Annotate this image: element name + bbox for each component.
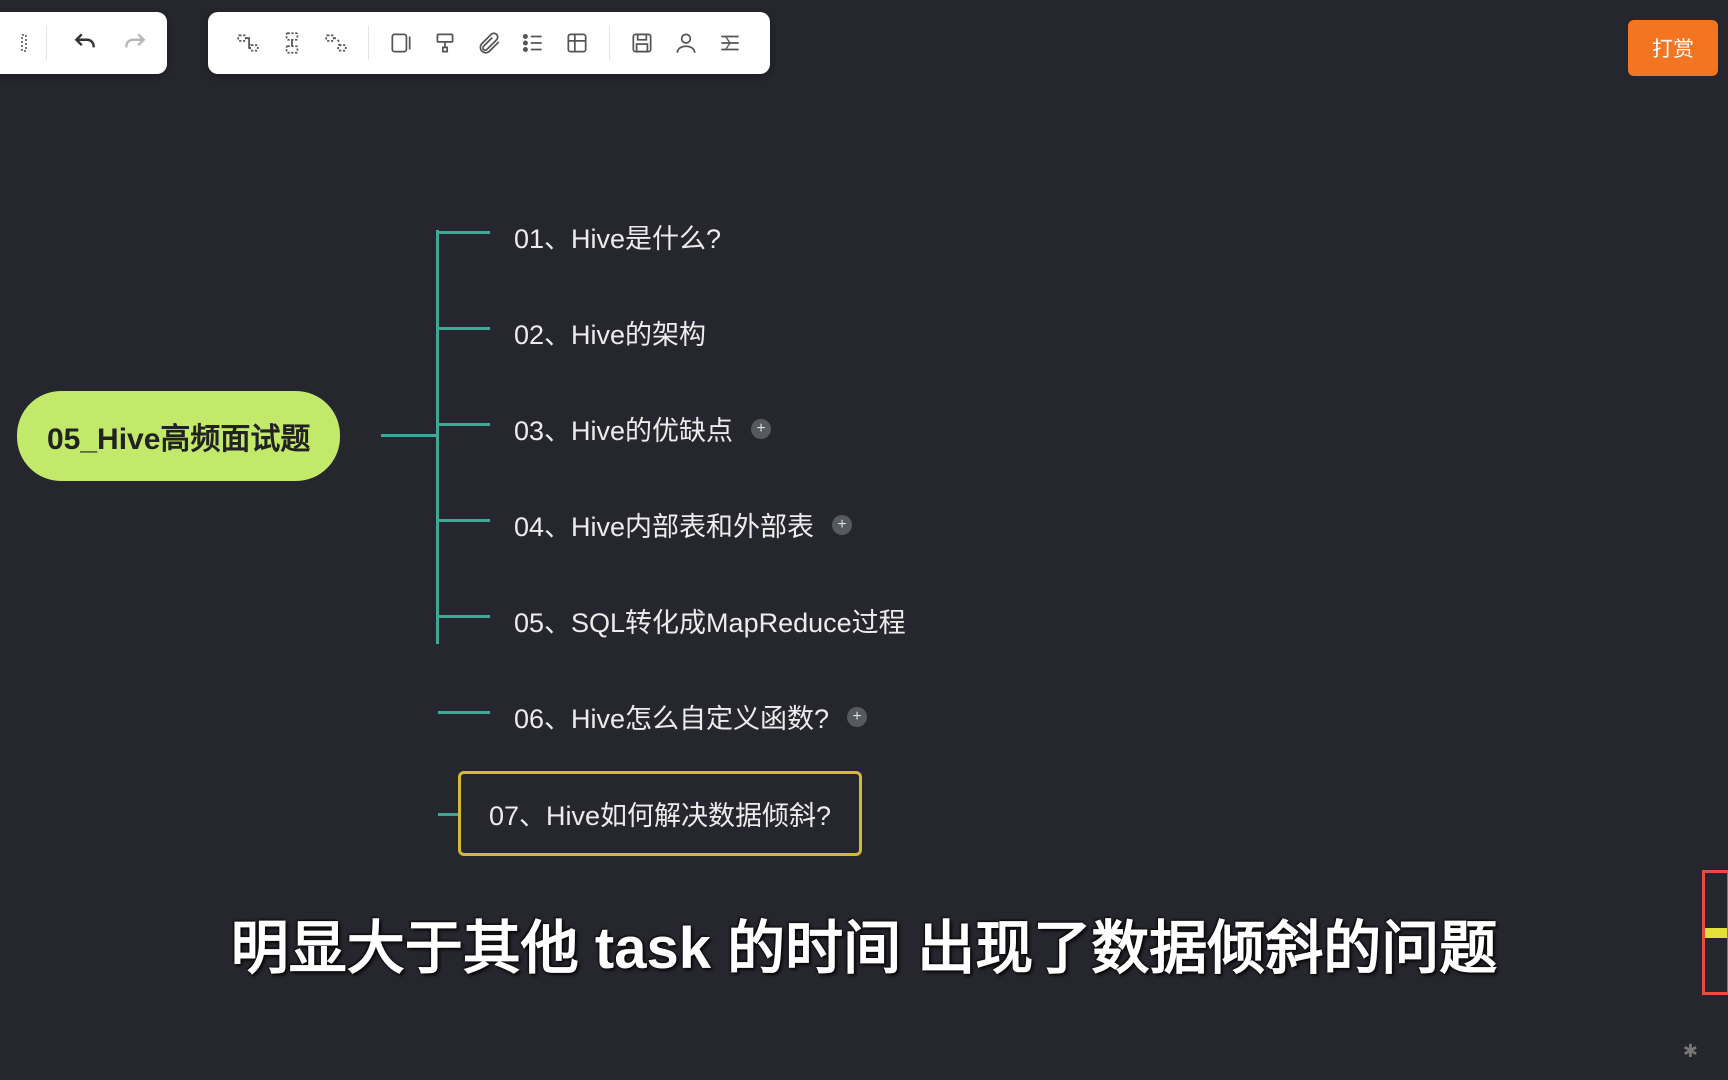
node-label: 02、Hive的架构 bbox=[514, 313, 706, 352]
sibling-topic-icon[interactable] bbox=[270, 21, 314, 65]
minimap-frame bbox=[1702, 870, 1728, 995]
connector-line bbox=[438, 231, 490, 234]
toolbar-divider bbox=[46, 26, 47, 60]
node-label: 04、Hive内部表和外部表 bbox=[514, 505, 814, 544]
style-icon[interactable] bbox=[708, 21, 752, 65]
connector-line bbox=[438, 519, 490, 522]
node-label: 06、Hive怎么自定义函数? bbox=[514, 697, 829, 736]
undo-button[interactable] bbox=[63, 21, 107, 65]
subtopic-icon[interactable] bbox=[226, 21, 270, 65]
toolbar-divider bbox=[609, 26, 610, 60]
connector-line bbox=[438, 711, 490, 714]
format-painter-icon[interactable] bbox=[423, 21, 467, 65]
toolbar-history bbox=[0, 12, 167, 74]
mindmap-root-node[interactable]: 05_Hive高频面试题 bbox=[17, 391, 340, 481]
user-icon[interactable] bbox=[664, 21, 708, 65]
toolbar-main bbox=[208, 12, 770, 74]
connector-line bbox=[438, 615, 490, 618]
toolbar-divider bbox=[368, 26, 369, 60]
connector-line bbox=[438, 327, 490, 330]
node-label: 07、Hive如何解决数据倾斜? bbox=[489, 794, 831, 833]
list-icon[interactable] bbox=[511, 21, 555, 65]
video-subtitle: 明显大于其他 task 的时间 出现了数据倾斜的问题 bbox=[0, 901, 1728, 985]
tool-truncated-icon[interactable] bbox=[6, 21, 30, 65]
node-label: 05、SQL转化成MapReduce过程 bbox=[514, 601, 906, 640]
reward-button[interactable]: 打赏 bbox=[1628, 20, 1718, 76]
connector-line bbox=[438, 813, 458, 816]
save-icon[interactable] bbox=[620, 21, 664, 65]
cursor-icon: ✱ bbox=[1683, 1041, 1698, 1062]
expand-icon[interactable]: + bbox=[847, 707, 867, 727]
connector-line bbox=[436, 230, 439, 644]
expand-icon[interactable]: + bbox=[832, 515, 852, 535]
boundary-icon[interactable] bbox=[379, 21, 423, 65]
expand-icon[interactable]: + bbox=[751, 419, 771, 439]
table-icon[interactable] bbox=[555, 21, 599, 65]
node-label: 01、Hive是什么? bbox=[514, 217, 721, 256]
node-label: 03、Hive的优缺点 bbox=[514, 409, 733, 448]
connector-line bbox=[438, 423, 490, 426]
redo-button[interactable] bbox=[113, 21, 157, 65]
relationship-icon[interactable] bbox=[314, 21, 358, 65]
connector-line bbox=[381, 434, 438, 437]
attachment-icon[interactable] bbox=[467, 21, 511, 65]
